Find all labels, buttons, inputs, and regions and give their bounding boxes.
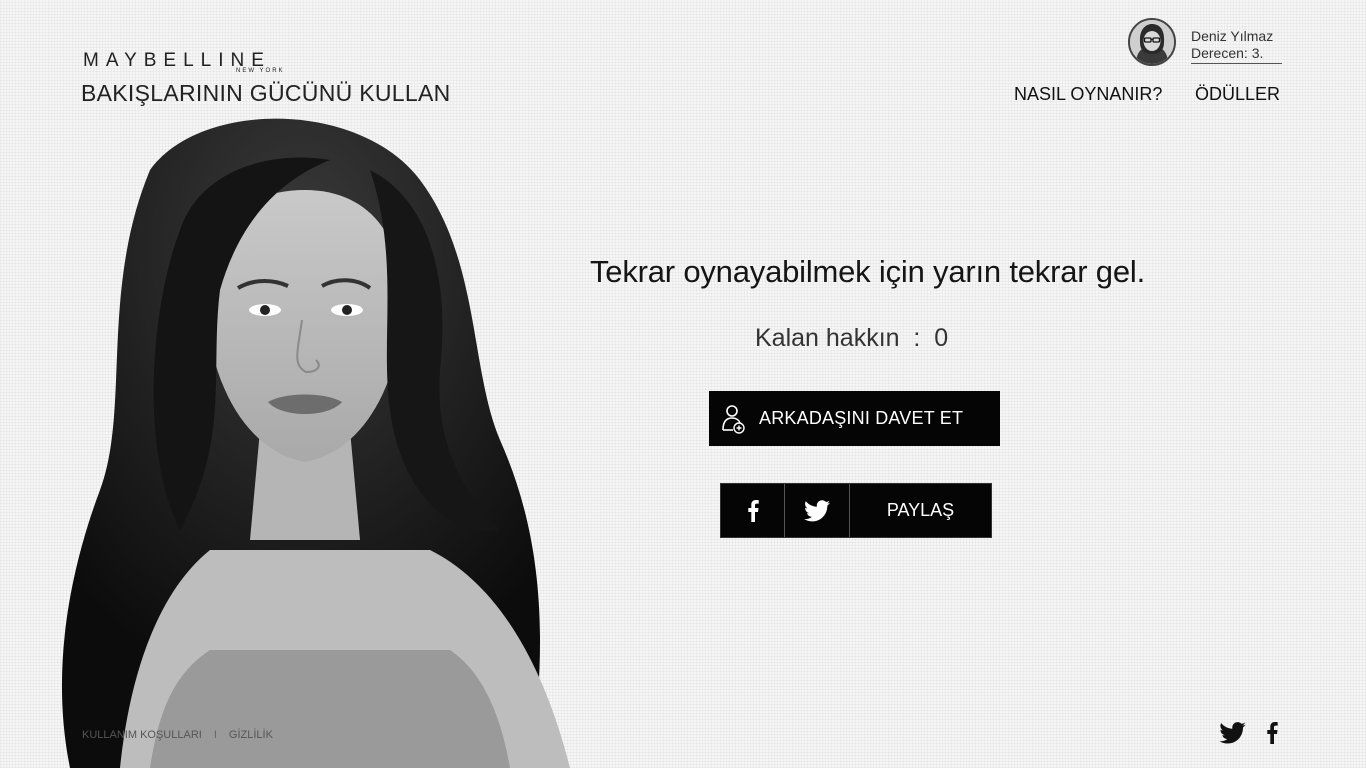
brand-tagline: BAKIŞLARININ GÜCÜNÜ KULLAN xyxy=(81,80,451,106)
add-friend-icon xyxy=(709,404,759,434)
privacy-link[interactable]: GİZLİLİK xyxy=(229,729,273,741)
twitter-icon xyxy=(804,499,830,521)
user-avatar[interactable] xyxy=(1128,18,1176,66)
invite-friend-button[interactable]: ARKADAŞINI DAVET ET xyxy=(709,391,1000,446)
remaining-attempts: Kalan hakkın : 0 xyxy=(755,324,949,352)
twitter-icon xyxy=(1219,722,1246,744)
share-bar: PAYLAŞ xyxy=(720,483,992,538)
nav-how-to-play[interactable]: NASIL OYNANIR? xyxy=(1014,84,1162,105)
user-name: Deniz Yılmaz xyxy=(1191,28,1274,44)
nav-prizes[interactable]: ÖDÜLLER xyxy=(1195,84,1280,105)
share-button[interactable]: PAYLAŞ xyxy=(850,484,991,537)
facebook-icon xyxy=(747,499,759,522)
footer-separator: I xyxy=(213,729,217,741)
share-facebook-button[interactable] xyxy=(721,484,785,537)
footer-facebook-link[interactable] xyxy=(1266,722,1278,744)
footer-twitter-link[interactable] xyxy=(1219,722,1246,744)
model-image xyxy=(61,118,570,768)
retry-message: Tekrar oynayabilmek için yarın tekrar ge… xyxy=(590,254,1145,289)
share-twitter-button[interactable] xyxy=(785,484,850,537)
facebook-icon xyxy=(1267,722,1278,744)
user-level: Derecen: 3. xyxy=(1191,45,1282,64)
brand-logo-subtext: NEW YORK xyxy=(236,68,285,74)
avatar-image xyxy=(1130,20,1174,64)
footer-links: KULLANIM KOŞULLARI I GİZLİLİK xyxy=(82,729,273,741)
footer-social xyxy=(1219,722,1278,744)
terms-link[interactable]: KULLANIM KOŞULLARI xyxy=(82,729,202,741)
invite-friend-label: ARKADAŞINI DAVET ET xyxy=(759,408,964,428)
